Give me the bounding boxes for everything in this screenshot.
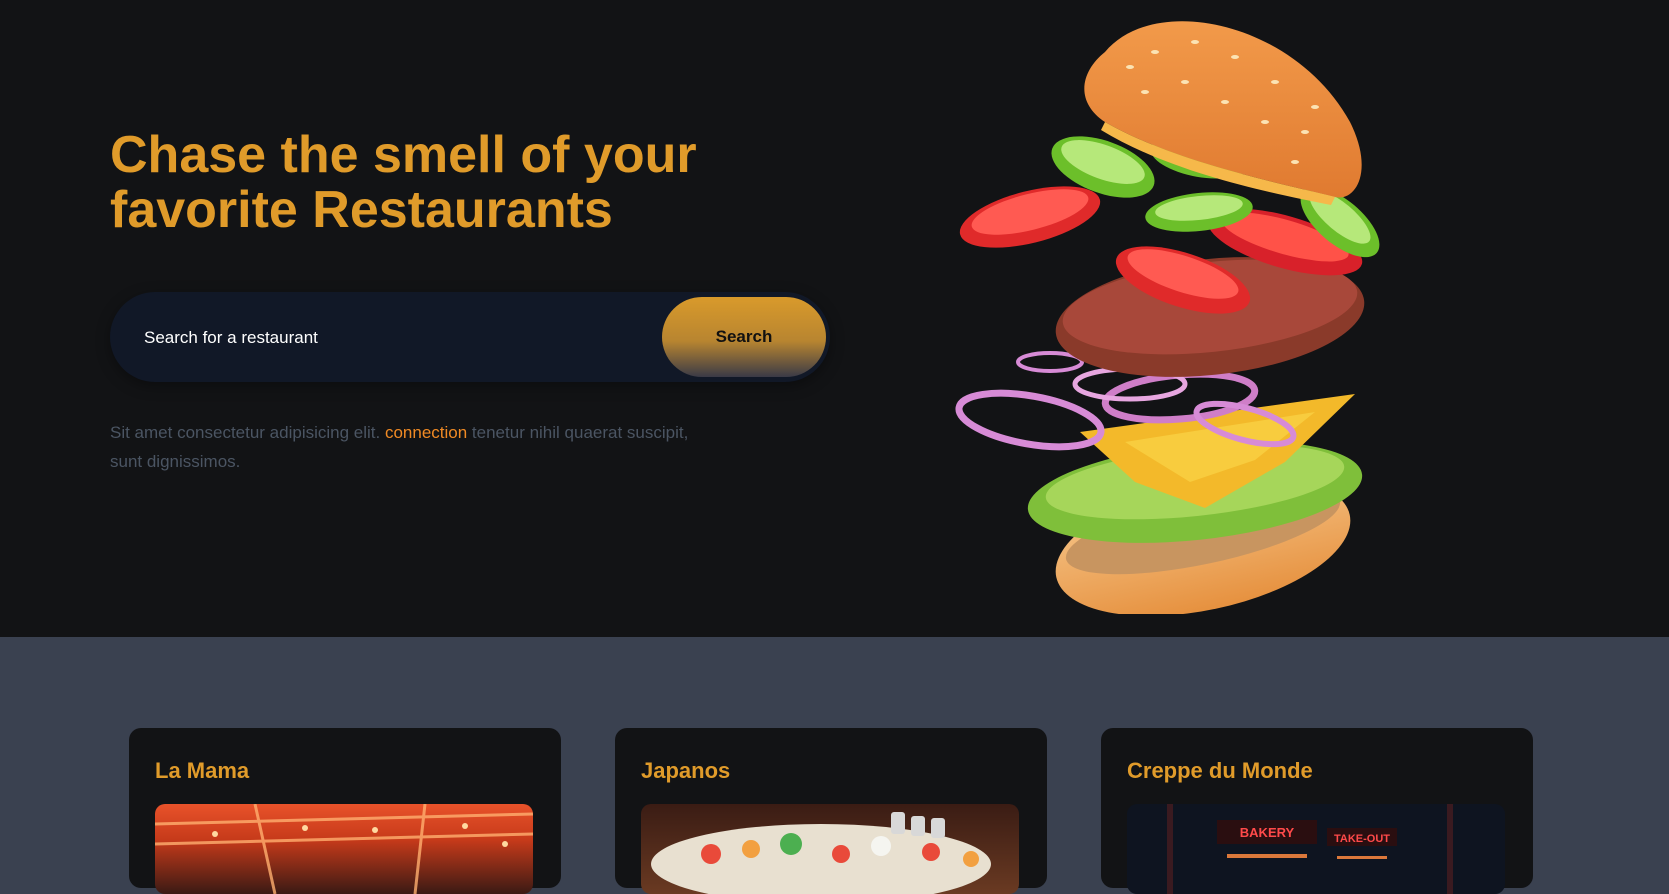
takeout-sign: TAKE-OUT	[1334, 833, 1390, 845]
hero-headline: Chase the smell of your favorite Restaur…	[110, 126, 697, 239]
restaurant-name[interactable]: Creppe du Monde	[1127, 758, 1313, 784]
restaurant-photo: BAKERY TAKE-OUT	[1127, 804, 1505, 894]
restaurant-name[interactable]: La Mama	[155, 758, 249, 784]
restaurant-interior-image	[155, 804, 533, 894]
restaurant-photo	[641, 804, 1019, 894]
bakery-storefront-image: BAKERY TAKE-OUT	[1167, 804, 1453, 894]
search-button[interactable]: Search	[662, 297, 826, 377]
restaurant-photo	[155, 804, 533, 894]
restaurant-card[interactable]: La Mama	[129, 728, 561, 894]
sushi-platter-image	[651, 812, 991, 894]
search-input[interactable]	[142, 317, 646, 359]
bakery-sign: BAKERY	[1240, 825, 1295, 840]
burger-illustration	[955, 21, 1380, 614]
restaurant-name[interactable]: Japanos	[641, 758, 730, 784]
hero-description: Sit amet consectetur adipisicing elit. c…	[110, 418, 710, 476]
restaurant-card[interactable]: Creppe du Monde BAKERY TAKE-OUT	[1101, 728, 1533, 894]
hero-description-start: Sit amet consectetur adipisicing elit.	[110, 423, 385, 442]
search-bar: Search	[110, 292, 830, 382]
hero-description-highlight: connection	[384, 423, 468, 442]
restaurant-card[interactable]: Japanos	[615, 728, 1047, 894]
hero-section: Chase the smell of your favorite Restaur…	[0, 0, 1669, 637]
